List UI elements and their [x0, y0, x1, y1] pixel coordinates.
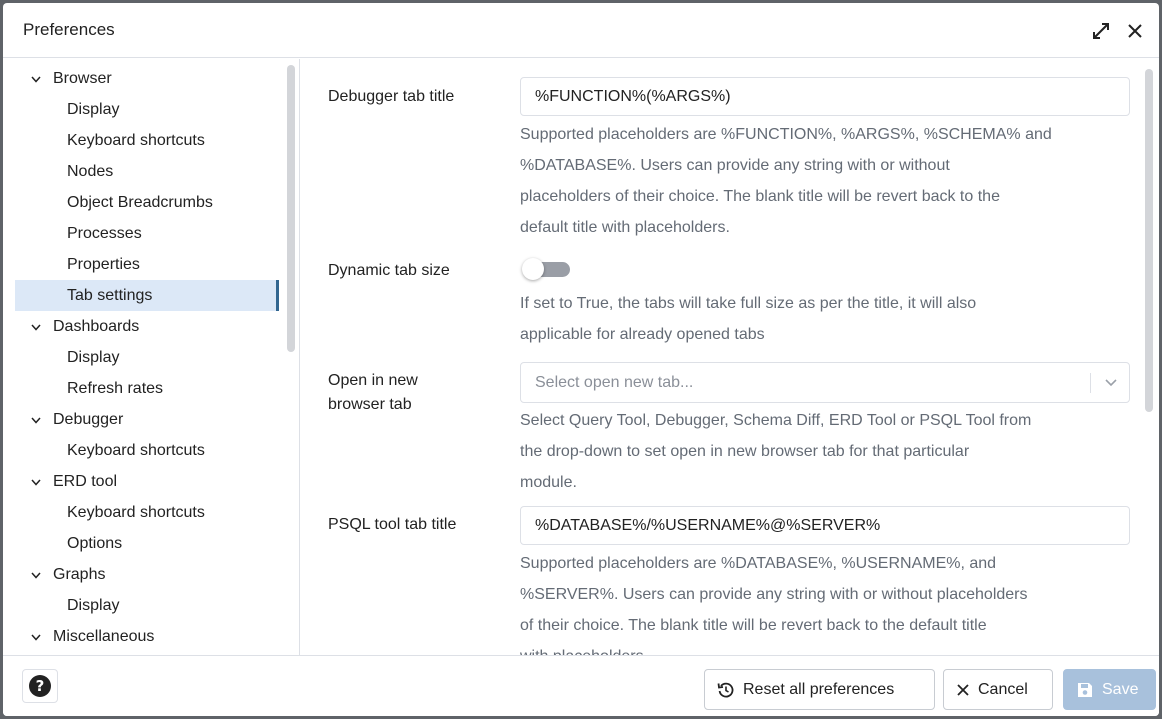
- dialog-titlebar: Preferences: [3, 3, 1159, 58]
- tree-item-options[interactable]: Options: [15, 528, 279, 559]
- psql-tab-title-help: Supported placeholders are %DATABASE%, %…: [520, 555, 1028, 655]
- debugger-tab-title-label: Debugger tab title: [328, 88, 455, 105]
- dialog-footer: ? Reset all preferences Cancel Save: [3, 655, 1159, 716]
- tree-group-debugger[interactable]: Debugger: [15, 404, 279, 435]
- close-icon: [956, 683, 970, 697]
- psql-tab-title-input[interactable]: %DATABASE%/%USERNAME%@%SERVER%: [520, 506, 1130, 545]
- help-button[interactable]: ?: [22, 669, 58, 703]
- tree-item-label: Nodes: [67, 162, 114, 180]
- preferences-tree: Browser Display Keyboard shortcuts Nodes Obj…: [15, 63, 279, 652]
- tree-item-label: Keyboard shortcuts: [67, 503, 205, 521]
- tree-item-refresh-rates[interactable]: Refresh rates: [15, 373, 279, 404]
- chevron-down-icon[interactable]: [29, 476, 43, 488]
- psql-tab-title-label: PSQL tool tab title: [328, 516, 457, 533]
- cancel-button[interactable]: Cancel: [943, 669, 1053, 710]
- tree-group-dashboards[interactable]: Dashboards: [15, 311, 279, 342]
- tree-item-label: Display: [67, 348, 120, 366]
- tree-item-keyboard-shortcuts[interactable]: Keyboard shortcuts: [15, 125, 279, 156]
- close-icon[interactable]: [1123, 19, 1147, 43]
- tree-item-label: Tab settings: [67, 286, 153, 304]
- tree-group-browser[interactable]: Browser: [15, 63, 279, 94]
- tree-group-erd-tool[interactable]: ERD tool: [15, 466, 279, 497]
- tree-item-label: Display: [67, 596, 120, 614]
- tree-item-label: Object Breadcrumbs: [67, 193, 213, 211]
- tree-item-label: Debugger: [53, 410, 124, 428]
- open-in-new-tab-help: Select Query Tool, Debugger, Schema Diff…: [520, 412, 1032, 491]
- tree-item-label: Dashboards: [53, 317, 140, 335]
- chevron-down-icon[interactable]: [29, 73, 43, 85]
- tree-item-properties[interactable]: Properties: [15, 249, 279, 280]
- preferences-content: Debugger tab title %FUNCTION%(%ARGS%) Su…: [301, 59, 1159, 655]
- tree-item-label: Keyboard shortcuts: [67, 131, 205, 149]
- tree-item-label: Processes: [67, 224, 142, 242]
- content-scrollbar[interactable]: [1145, 69, 1153, 412]
- tree-group-graphs[interactable]: Graphs: [15, 559, 279, 590]
- tree-item-keyboard-shortcuts[interactable]: Keyboard shortcuts: [15, 435, 279, 466]
- tree-item-display[interactable]: Display: [15, 94, 279, 125]
- tree-item-label: Keyboard shortcuts: [67, 441, 205, 459]
- debugger-tab-title-help: Supported placeholders are %FUNCTION%, %…: [520, 126, 1052, 236]
- chevron-down-icon[interactable]: [29, 414, 43, 426]
- dynamic-tab-size-help: If set to True, the tabs will take full …: [520, 295, 977, 343]
- tree-item-display[interactable]: Display: [15, 342, 279, 373]
- select-placeholder: Select open new tab...: [535, 373, 694, 391]
- tree-item-nodes[interactable]: Nodes: [15, 156, 279, 187]
- tree-item-label: Graphs: [53, 565, 106, 583]
- sidebar-scrollbar[interactable]: [287, 65, 295, 352]
- dialog-title: Preferences: [23, 20, 115, 39]
- preferences-sidebar: Browser Display Keyboard shortcuts Nodes Obj…: [3, 59, 300, 655]
- tree-item-processes[interactable]: Processes: [15, 218, 279, 249]
- dynamic-tab-size-toggle[interactable]: [520, 257, 576, 281]
- tree-item-display[interactable]: Display: [15, 590, 279, 621]
- cancel-button-label: Cancel: [978, 680, 1028, 698]
- expand-icon[interactable]: [1089, 19, 1113, 43]
- reset-icon: [717, 681, 735, 699]
- save-button-label: Save: [1102, 680, 1139, 698]
- chevron-down-icon[interactable]: [29, 569, 43, 581]
- dynamic-tab-size-label: Dynamic tab size: [328, 262, 450, 279]
- chevron-down-icon[interactable]: [29, 321, 43, 333]
- svg-text:?: ?: [36, 677, 45, 695]
- chevron-down-icon[interactable]: [1103, 376, 1119, 390]
- tree-item-label: Miscellaneous: [53, 627, 155, 645]
- question-icon: ?: [29, 675, 51, 697]
- tree-item-label: ERD tool: [53, 472, 118, 490]
- toggle-knob: [522, 258, 544, 280]
- open-in-new-tab-select[interactable]: Select open new tab...: [520, 362, 1130, 403]
- tree-group-miscellaneous[interactable]: Miscellaneous: [15, 621, 279, 652]
- save-button[interactable]: Save: [1063, 669, 1156, 710]
- tree-item-keyboard-shortcuts[interactable]: Keyboard shortcuts: [15, 497, 279, 528]
- open-in-new-tab-label: Open in new browser tab: [328, 372, 418, 413]
- debugger-tab-title-input[interactable]: %FUNCTION%(%ARGS%): [520, 77, 1130, 116]
- reset-all-preferences-button[interactable]: Reset all preferences: [704, 669, 935, 710]
- preferences-dialog: Preferences Browser Display Keyboard short…: [3, 3, 1159, 716]
- chevron-down-icon[interactable]: [29, 631, 43, 643]
- tree-item-label: Properties: [67, 255, 140, 273]
- tree-item-label: Browser: [53, 69, 112, 87]
- select-separator: [1090, 373, 1091, 393]
- tree-item-object-breadcrumbs[interactable]: Object Breadcrumbs: [15, 187, 279, 218]
- tree-item-tab-settings[interactable]: Tab settings: [15, 280, 279, 311]
- tree-item-label: Display: [67, 100, 120, 118]
- reset-button-label: Reset all preferences: [743, 680, 895, 698]
- tree-item-label: Options: [67, 534, 123, 552]
- save-icon: [1076, 681, 1094, 699]
- tree-item-label: Refresh rates: [67, 379, 164, 397]
